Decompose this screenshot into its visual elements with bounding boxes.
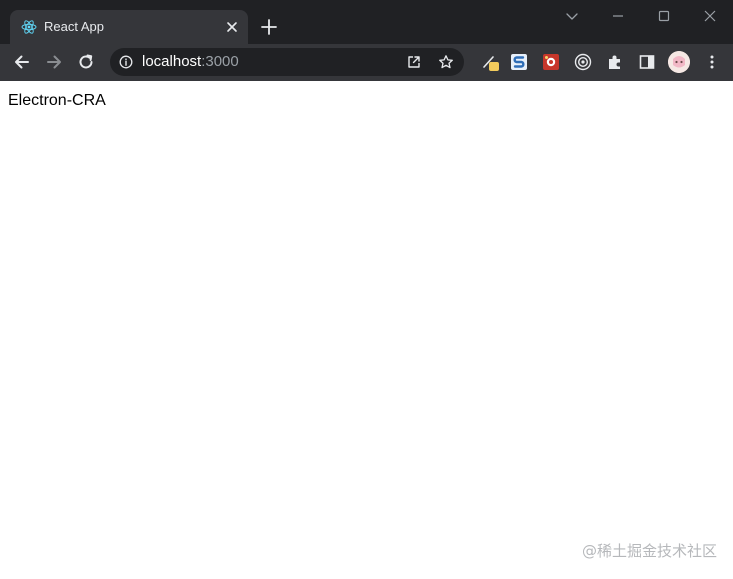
- maximize-icon[interactable]: [656, 8, 672, 24]
- s-extension-icon[interactable]: [510, 53, 528, 71]
- red-extension-icon[interactable]: [542, 53, 560, 71]
- forward-arrow-icon[interactable]: [44, 52, 64, 72]
- back-arrow-icon[interactable]: [12, 52, 32, 72]
- close-tab-icon[interactable]: [224, 19, 240, 35]
- minimize-icon[interactable]: [610, 8, 626, 24]
- puzzle-extensions-icon[interactable]: [606, 53, 624, 71]
- url-port: :3000: [201, 53, 239, 70]
- page-heading-text: Electron-CRA: [8, 92, 106, 109]
- tab-strip: React App: [0, 0, 733, 44]
- bookmark-star-icon[interactable]: [438, 54, 454, 70]
- side-panel-icon[interactable]: [638, 53, 656, 71]
- tab-search-icon[interactable]: [564, 8, 580, 24]
- url-text[interactable]: localhost:3000: [142, 54, 239, 70]
- share-icon[interactable]: [406, 54, 422, 70]
- site-info-icon[interactable]: [119, 55, 133, 69]
- watermark-text: @稀土掘金技术社区: [581, 542, 717, 560]
- address-bar[interactable]: localhost:3000: [110, 48, 464, 76]
- browser-toolbar: localhost:3000: [0, 44, 733, 81]
- reload-icon[interactable]: [76, 52, 96, 72]
- menu-dots-icon[interactable]: [703, 53, 721, 71]
- react-logo-icon: [21, 20, 37, 34]
- pen-extension-icon[interactable]: [481, 53, 499, 71]
- tab-title: React App: [44, 19, 104, 34]
- profile-avatar[interactable]: [668, 51, 690, 73]
- target-extension-icon[interactable]: [574, 53, 592, 71]
- close-window-icon[interactable]: [702, 8, 718, 24]
- tab-react-app[interactable]: React App: [10, 10, 248, 44]
- page-content: Electron-CRA @稀土掘金技术社区: [0, 81, 733, 579]
- browser-window: React App localhost:3000 Electron-CRA @稀…: [0, 0, 733, 579]
- avatar-icon: [668, 51, 690, 73]
- new-tab-button[interactable]: [259, 17, 279, 37]
- url-host: localhost: [142, 53, 202, 70]
